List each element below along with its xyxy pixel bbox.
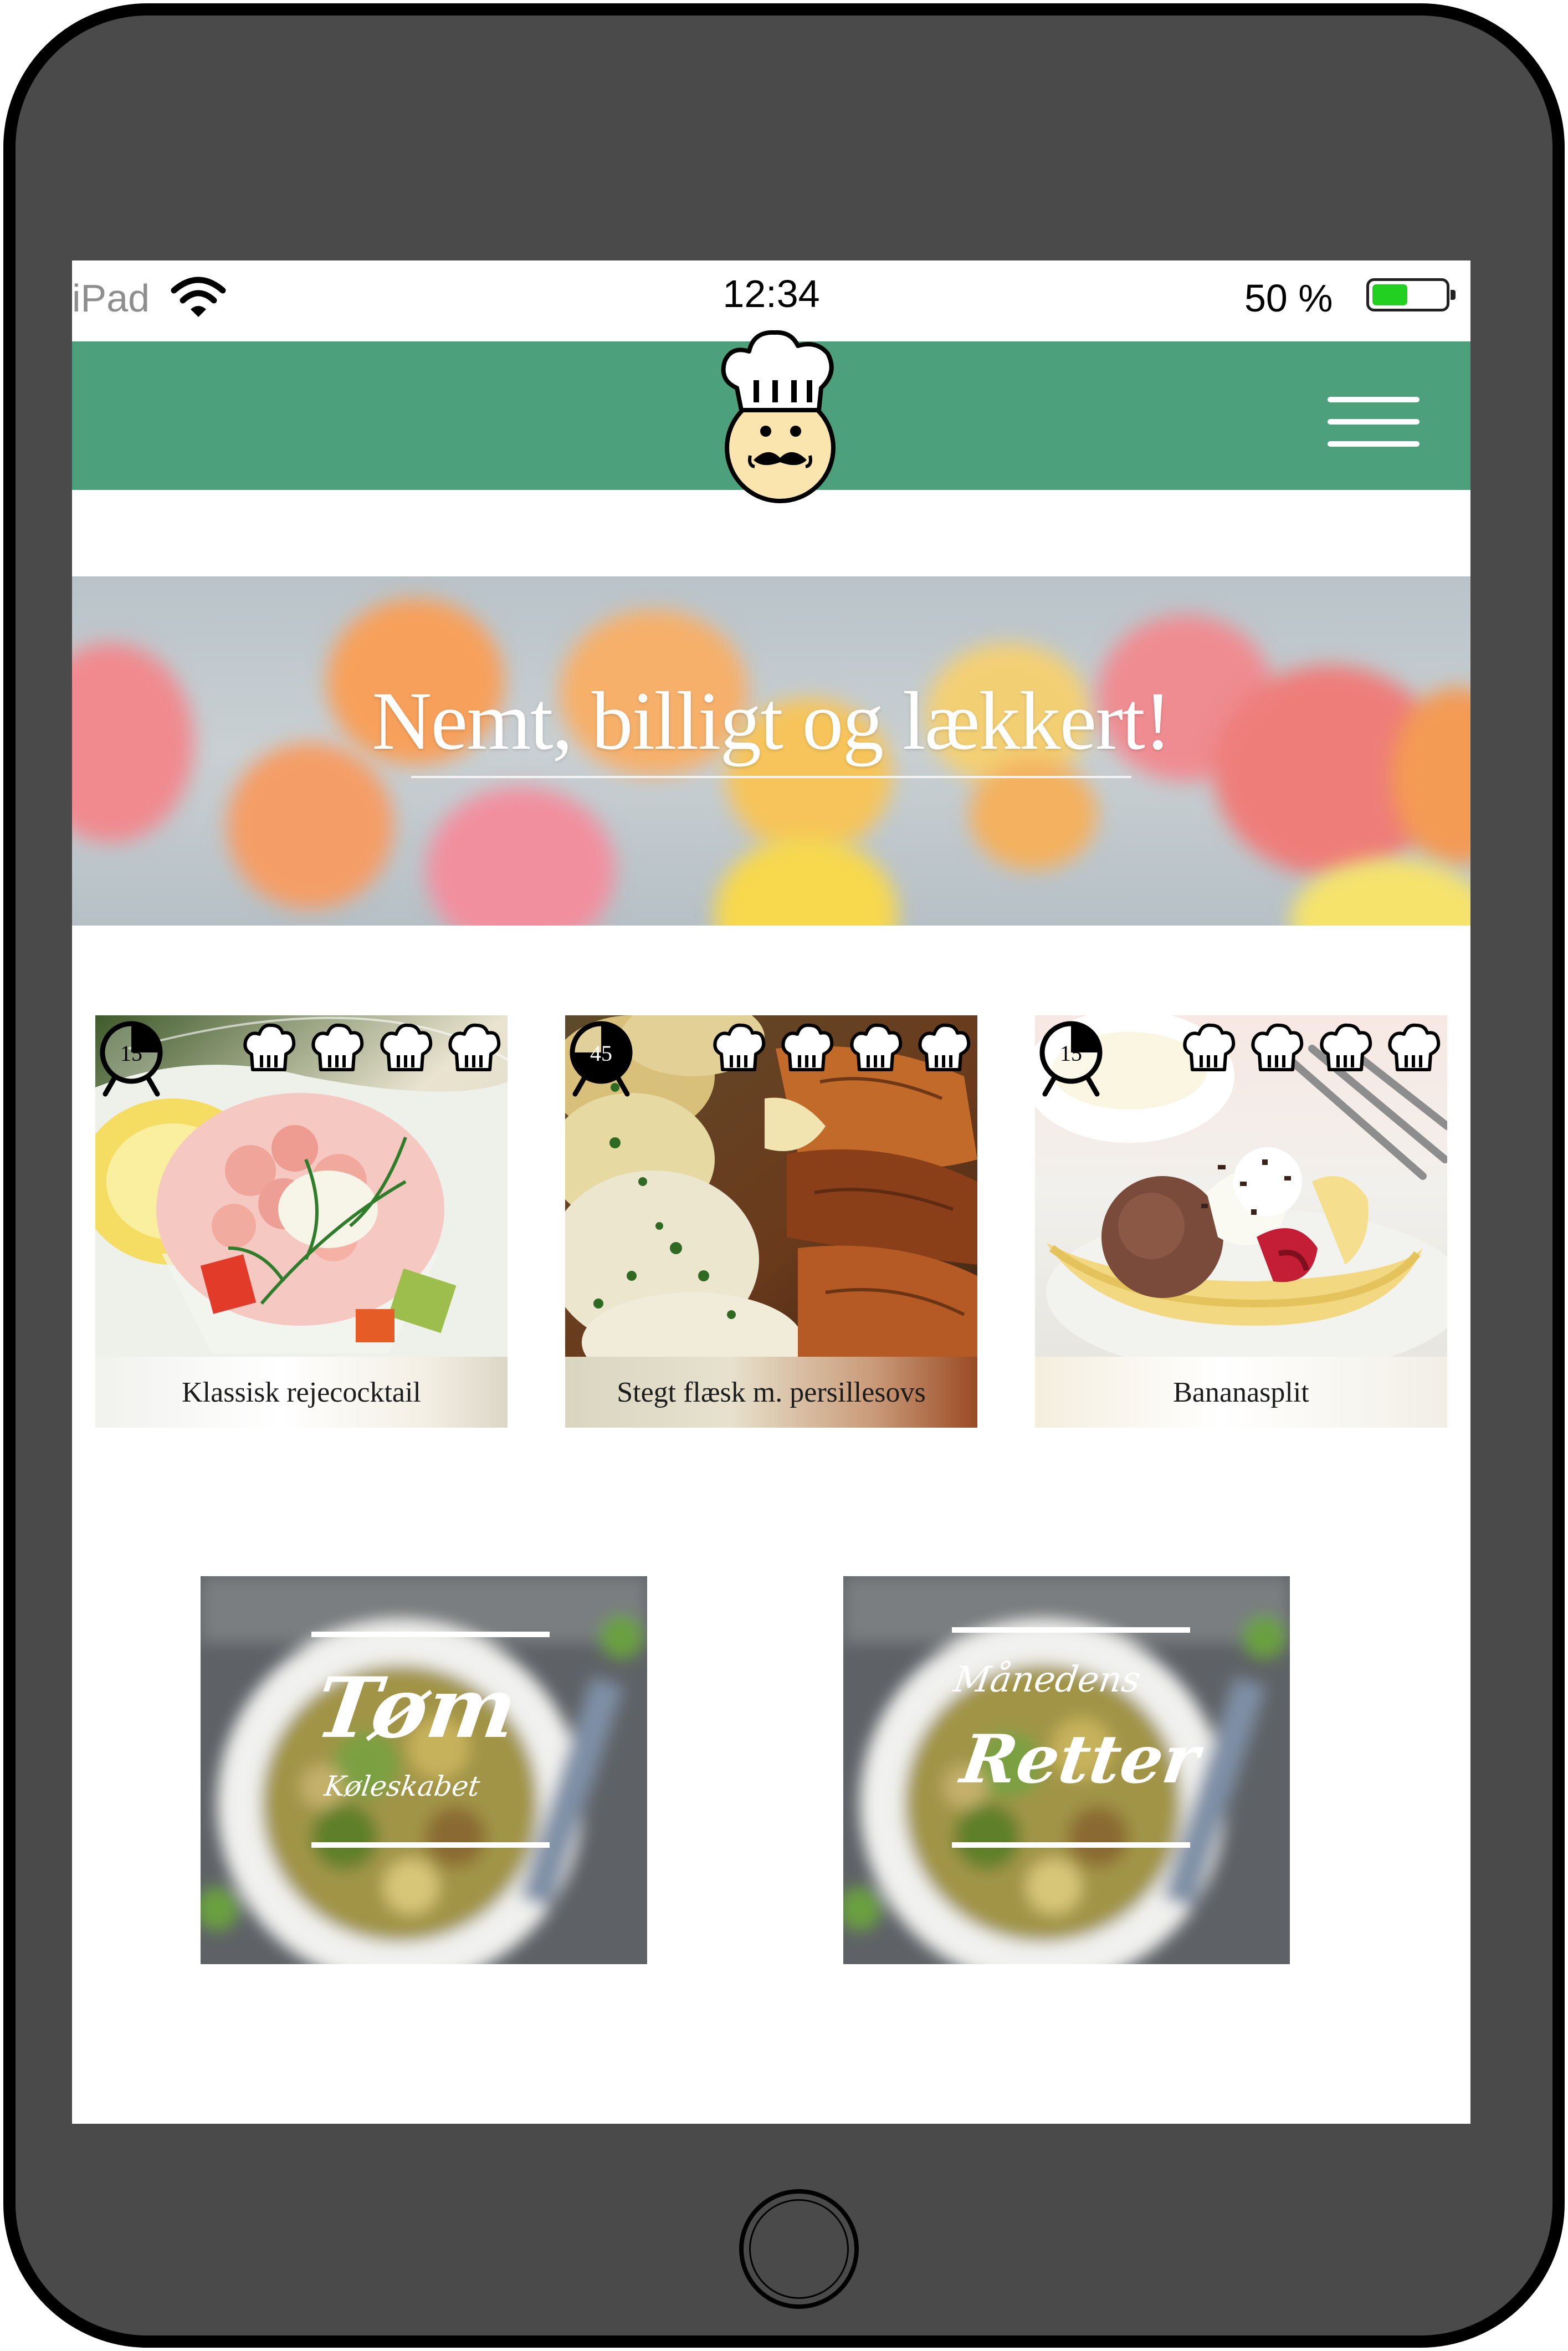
hero-title: Nemt, billigt og lækkert!: [372, 675, 1172, 767]
promo-title: Retter: [956, 1720, 1204, 1798]
chef-hat-icon: [713, 1023, 766, 1071]
chef-hat-icon: [1320, 1023, 1372, 1071]
difficulty-rating: [1180, 1021, 1441, 1076]
hero-underline: [411, 776, 1131, 778]
chef-hat-icon: [1388, 1023, 1441, 1071]
chef-hat-icon: [1183, 1023, 1236, 1071]
chef-hat-icon: [918, 1023, 971, 1071]
monthly-dishes-tile[interactable]: Månedens Retter: [843, 1576, 1290, 1964]
chef-hat-icon: [380, 1023, 432, 1071]
timer-icon: 15: [1039, 1021, 1103, 1097]
chef-hat-icon: [311, 1023, 364, 1071]
home-button-icon[interactable]: [739, 2189, 859, 2309]
hamburger-menu-icon[interactable]: [1328, 397, 1420, 447]
battery-percentage: 50 %: [1244, 277, 1333, 320]
promo-subtitle: Månedens: [951, 1659, 1143, 1700]
svg-text:15: 15: [120, 1041, 142, 1066]
promo-subtitle: Køleskabet: [322, 1770, 482, 1802]
chef-hat-icon: [1251, 1023, 1304, 1071]
svg-text:15: 15: [1060, 1041, 1082, 1066]
chef-hat-icon: [850, 1023, 902, 1071]
recipe-title: Klassisk rejecocktail: [95, 1357, 508, 1428]
promo-title: Tøm: [310, 1659, 523, 1757]
hero-banner: Nemt, billigt og lækkert!: [72, 576, 1470, 926]
recipe-card[interactable]: 15 Klassisk rejecocktail: [95, 1015, 508, 1428]
chef-hat-icon: [243, 1023, 296, 1071]
recipe-card[interactable]: 45 Stegt flæsk m. persillesovs: [565, 1015, 977, 1428]
timer-icon: 45: [570, 1021, 633, 1097]
recipe-title: Bananasplit: [1035, 1357, 1447, 1428]
difficulty-rating: [240, 1021, 501, 1076]
chef-logo-icon[interactable]: [715, 327, 846, 510]
empty-fridge-tile[interactable]: Tøm Køleskabet: [201, 1576, 647, 1964]
svg-text:45: 45: [590, 1041, 612, 1066]
recipe-card[interactable]: 15 Bananasplit: [1035, 1015, 1447, 1428]
recipe-title: Stegt flæsk m. persillesovs: [565, 1357, 977, 1428]
battery-icon: [1366, 278, 1456, 311]
chef-hat-icon: [448, 1023, 501, 1071]
timer-icon: 15: [100, 1021, 163, 1097]
screen: iPad 12:34 50 % Nemt, billigt og lækkert…: [72, 260, 1470, 2124]
chef-hat-icon: [781, 1023, 834, 1071]
difficulty-rating: [710, 1021, 971, 1076]
